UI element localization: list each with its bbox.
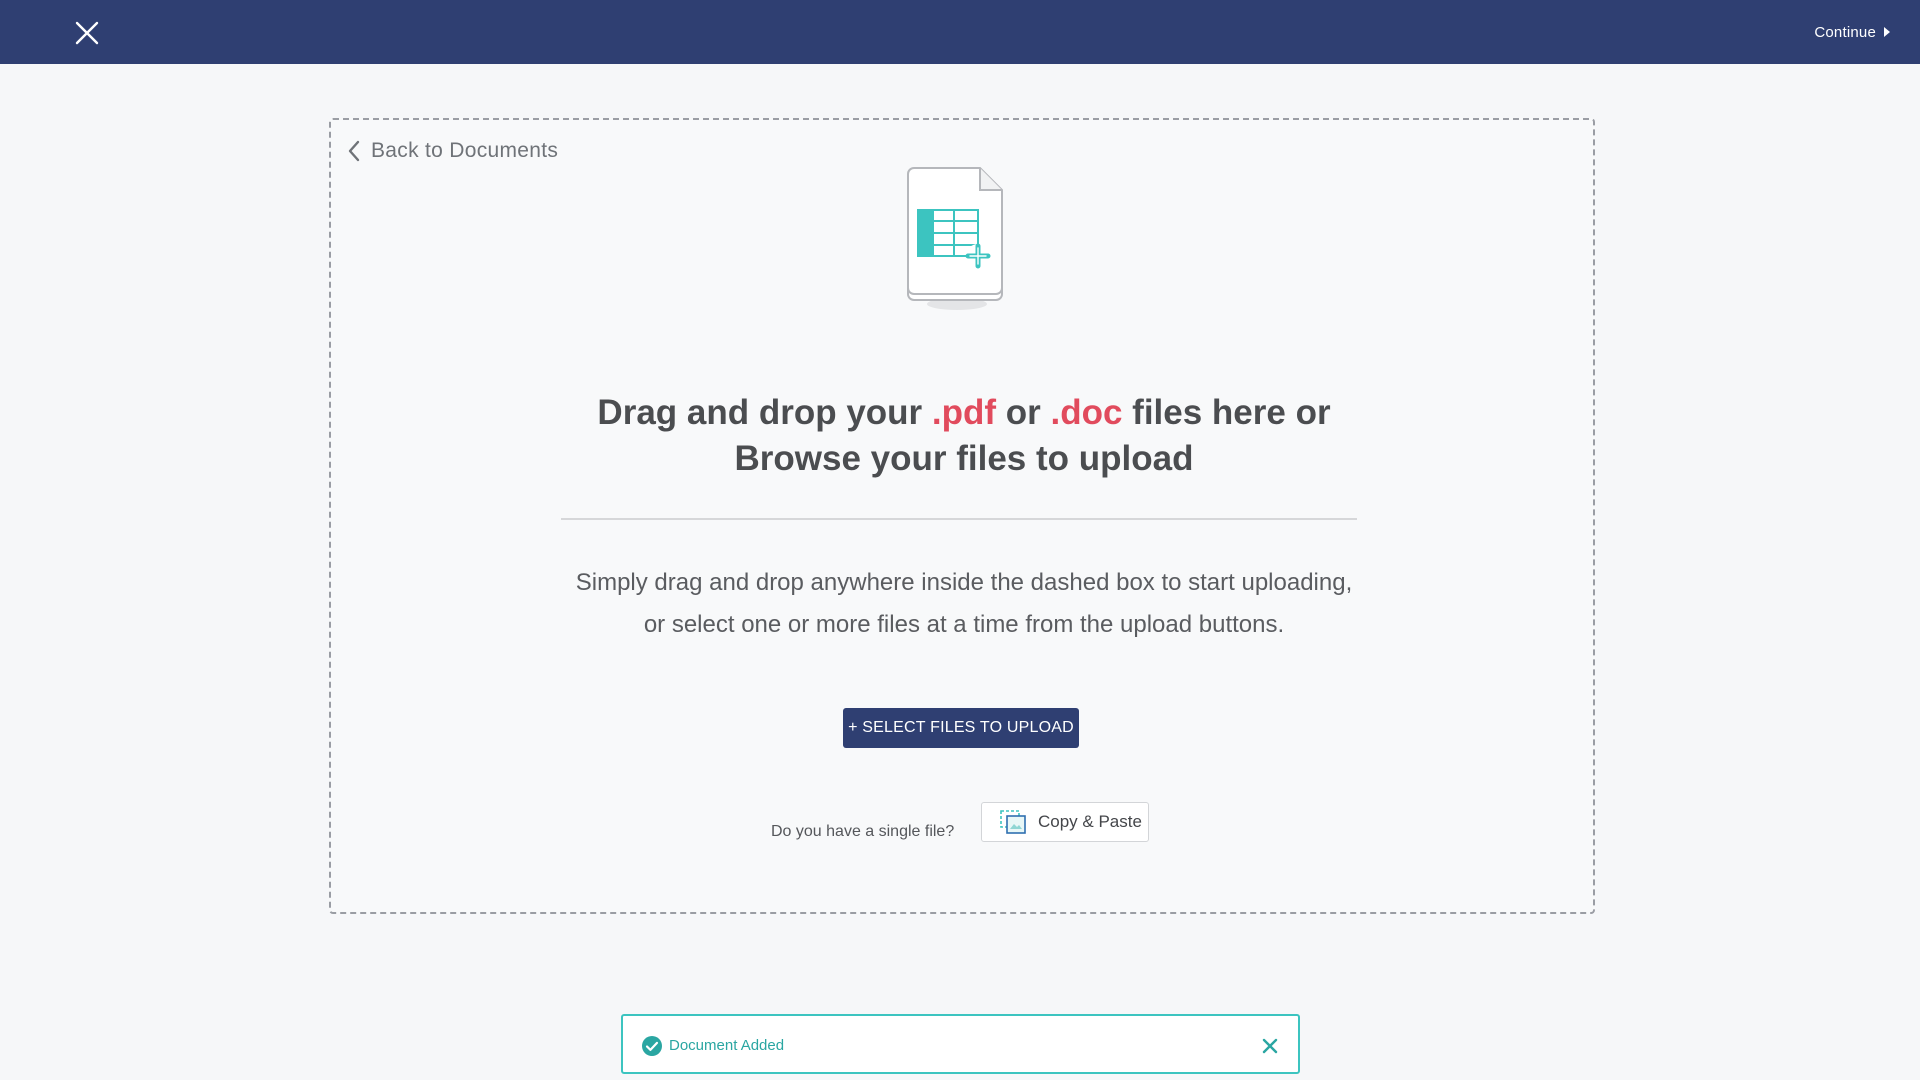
check-circle-icon: [642, 1036, 662, 1056]
upload-description: Simply drag and drop anywhere inside the…: [331, 562, 1597, 646]
continue-button[interactable]: Continue: [1814, 20, 1890, 44]
upload-dropzone[interactable]: Back to Documents Drag and drop your .pd…: [329, 118, 1595, 914]
description-line-2: or select one or more files at a time fr…: [643, 611, 1285, 638]
document-added-toast: Document Added: [621, 1014, 1300, 1074]
headline-line-1: Drag and drop your .pdf or .doc files he…: [331, 390, 1597, 436]
spreadsheet-document-add-icon: [907, 167, 1003, 310]
description-line-1: Simply drag and drop anywhere inside the…: [575, 569, 1353, 596]
close-button[interactable]: [72, 18, 102, 48]
headline-text: or: [996, 393, 1051, 432]
top-bar: Continue: [0, 0, 1920, 64]
pdf-extension: .pdf: [931, 393, 997, 432]
caret-right-icon: [1884, 27, 1890, 37]
headline-text: files here or: [1122, 393, 1331, 432]
copy-paste-button[interactable]: Copy & Paste: [981, 802, 1149, 842]
upload-headline: Drag and drop your .pdf or .doc files he…: [331, 390, 1597, 482]
toast-message: Document Added: [669, 1037, 785, 1054]
copy-paste-label: Copy & Paste: [1038, 812, 1142, 831]
chevron-left-icon: [348, 140, 360, 162]
headline-text: Drag and drop your: [597, 393, 932, 432]
continue-label: Continue: [1814, 23, 1876, 41]
select-files-button[interactable]: + SELECT FILES TO UPLOAD: [843, 708, 1079, 748]
clipboard-icon: [1000, 810, 1026, 834]
back-to-documents-link[interactable]: Back to Documents: [347, 136, 558, 166]
close-icon: [75, 21, 99, 45]
headline-line-2: Browse your files to upload: [734, 439, 1194, 478]
single-file-prompt: Do you have a single file?: [771, 823, 955, 840]
divider: [561, 518, 1357, 520]
doc-extension: .doc: [1050, 393, 1123, 432]
dismiss-toast-button[interactable]: [1260, 1036, 1280, 1056]
back-label: Back to Documents: [371, 139, 559, 162]
